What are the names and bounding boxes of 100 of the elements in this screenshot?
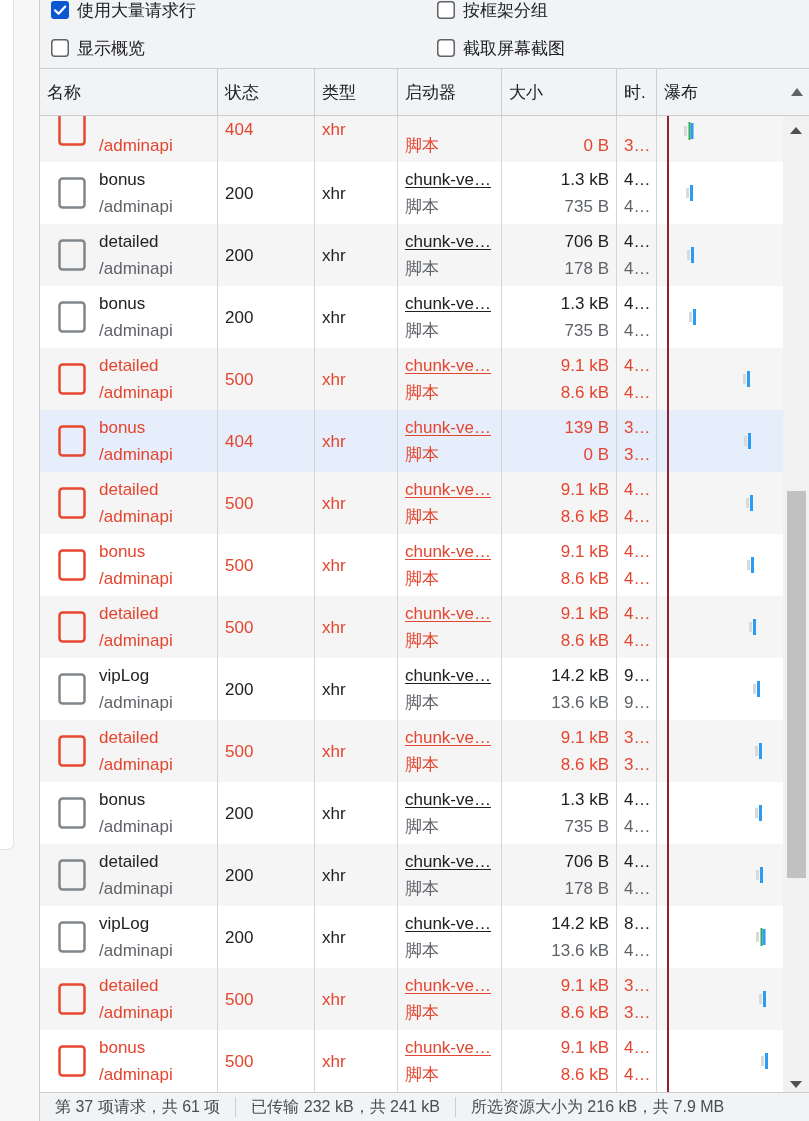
initiator-link[interactable]: chunk-ve… xyxy=(405,1034,491,1061)
resource-size: 8.6 kB xyxy=(560,1002,609,1024)
initiator-link[interactable]: chunk-ve… xyxy=(405,290,491,317)
column-header[interactable]: 类型 xyxy=(315,69,398,115)
time-value: 4… xyxy=(624,1064,652,1086)
transfer-size: 9.1 kB xyxy=(560,727,609,749)
status-text: 所选资源大小为 216 kB，共 7.9 MB xyxy=(454,1097,740,1117)
initiator-link[interactable]: chunk-ve… xyxy=(405,166,491,193)
time-value: 4… xyxy=(624,320,652,342)
sort-arrow-icon xyxy=(791,88,803,96)
table-row[interactable]: detailed /adminapi 500 xhr chunk-ve… 脚本 9.1 kB 8.6 kB 4… 4… xyxy=(40,472,783,534)
status-code: 200 xyxy=(225,864,255,887)
initiator-link[interactable]: chunk-ve… xyxy=(405,228,491,255)
transfer-size: 14.2 kB xyxy=(551,913,609,935)
table-row[interactable]: detailed /adminapi 500 xhr chunk-ve… 脚本 9.1 kB 8.6 kB 4… 4… xyxy=(40,348,783,410)
column-header[interactable]: 名称 xyxy=(40,69,218,115)
request-name: detailed xyxy=(99,851,160,873)
request-path: /adminapi xyxy=(99,754,173,776)
initiator-type: 脚本 xyxy=(405,1002,440,1024)
initiator-type: 脚本 xyxy=(405,506,440,528)
table-row[interactable]: detailed /adminapi 200 xhr chunk-ve… 脚本 706 B 178 B 4… 4… xyxy=(40,844,783,906)
checkbox-label[interactable]: 截取屏幕截图 xyxy=(463,36,565,60)
timing-bar xyxy=(689,308,696,326)
status-code: 404 xyxy=(225,430,255,453)
resource-size: 0 B xyxy=(583,135,609,157)
request-path: /adminapi xyxy=(99,196,173,218)
rounded-square-icon xyxy=(58,735,86,767)
column-header[interactable]: 启动器 xyxy=(398,69,502,115)
request-name: detailed xyxy=(99,479,160,501)
time-value: 4… xyxy=(624,1037,652,1059)
status-code: 500 xyxy=(225,988,255,1011)
initiator-link[interactable]: chunk-ve… xyxy=(405,848,491,875)
timing-bar xyxy=(749,618,756,636)
status-code: 500 xyxy=(225,616,255,639)
timing-bar xyxy=(756,928,766,946)
request-type: xhr xyxy=(322,864,347,887)
table-row[interactable]: bonus /adminapi 404 xhr chunk-ve… 脚本 139 B 0 B 3… 3… xyxy=(40,410,783,472)
status-code: 500 xyxy=(225,368,255,391)
request-path: /adminapi xyxy=(99,1002,173,1024)
timing-bar xyxy=(755,804,762,822)
time-value: 3… xyxy=(624,417,652,439)
column-header[interactable]: 时. xyxy=(617,69,657,115)
scrollbar-track[interactable] xyxy=(783,116,809,1092)
resource-size: 735 B xyxy=(564,320,609,342)
request-type: xhr xyxy=(322,740,347,763)
column-header[interactable]: 状态 xyxy=(218,69,315,115)
time-value: 8… xyxy=(624,913,652,935)
initiator-type: 脚本 xyxy=(405,568,440,590)
initiator-link[interactable]: chunk-ve… xyxy=(405,972,491,999)
checkbox[interactable] xyxy=(51,39,69,57)
rounded-square-icon xyxy=(58,363,86,395)
table-row[interactable]: detailed /adminapi 200 xhr chunk-ve… 脚本 706 B 178 B 4… 4… xyxy=(40,224,783,286)
scroll-up-arrow-icon[interactable] xyxy=(790,127,802,134)
initiator-link[interactable]: chunk-ve… xyxy=(405,724,491,751)
time-value: 4… xyxy=(624,568,652,590)
resource-size: 13.6 kB xyxy=(551,692,609,714)
rounded-square-icon xyxy=(58,487,86,519)
initiator-link[interactable]: chunk-ve… xyxy=(405,600,491,627)
scroll-down-arrow-icon[interactable] xyxy=(790,1081,802,1088)
transfer-size: 1.3 kB xyxy=(560,293,609,315)
transfer-size: 9.1 kB xyxy=(560,541,609,563)
initiator-link[interactable]: chunk-ve… xyxy=(405,662,491,689)
resource-size: 13.6 kB xyxy=(551,940,609,962)
transfer-size: 9.1 kB xyxy=(560,975,609,997)
column-header[interactable]: 瀑布 xyxy=(657,69,809,115)
time-value: 4… xyxy=(624,169,652,191)
checkbox-label[interactable]: 按框架分组 xyxy=(463,0,548,22)
checkbox-label[interactable]: 显示概览 xyxy=(77,36,145,60)
initiator-type: 脚本 xyxy=(405,816,440,838)
timing-bar xyxy=(744,432,751,450)
checkbox[interactable] xyxy=(437,1,455,19)
request-path: /adminapi xyxy=(99,258,173,280)
resource-size: 8.6 kB xyxy=(560,568,609,590)
initiator-link[interactable]: chunk-ve… xyxy=(405,476,491,503)
checkbox[interactable] xyxy=(51,1,69,19)
request-type: xhr xyxy=(322,182,347,205)
table-row[interactable]: detailed /adminapi 500 xhr chunk-ve… 脚本 9.1 kB 8.6 kB 3… 3… xyxy=(40,968,783,1030)
status-code: 200 xyxy=(225,182,255,205)
time-value: 4… xyxy=(624,293,652,315)
initiator-link[interactable]: chunk-ve… xyxy=(405,538,491,565)
table-row[interactable]: detailed /adminapi 500 xhr chunk-ve… 脚本 9.1 kB 8.6 kB 3… 3… xyxy=(40,720,783,782)
checkbox[interactable] xyxy=(437,39,455,57)
table-row[interactable]: detailed /adminapi 500 xhr chunk-ve… 脚本 9.1 kB 8.6 kB 4… 4… xyxy=(40,596,783,658)
request-type: xhr xyxy=(322,554,347,577)
time-value: 4… xyxy=(624,382,652,404)
checkbox-label[interactable]: 使用大量请求行 xyxy=(77,0,196,22)
initiator-link[interactable]: chunk-ve… xyxy=(405,786,491,813)
request-path: /adminapi xyxy=(99,878,173,900)
time-value: 3… xyxy=(624,1002,652,1024)
scrollbar-thumb[interactable] xyxy=(787,491,806,878)
time-value: 4… xyxy=(624,355,652,377)
initiator-type: 脚本 xyxy=(405,258,440,280)
timing-bar xyxy=(687,246,694,264)
column-header[interactable]: 大小 xyxy=(502,69,617,115)
request-name: bonus xyxy=(99,417,147,439)
initiator-link[interactable]: chunk-ve… xyxy=(405,352,491,379)
initiator-link[interactable]: chunk-ve… xyxy=(405,910,491,937)
status-code: 500 xyxy=(225,1050,255,1073)
table-row[interactable]: /adminapi 404 xhr 脚本 0 B 3… xyxy=(40,116,783,162)
time-value: 3… xyxy=(624,754,652,776)
